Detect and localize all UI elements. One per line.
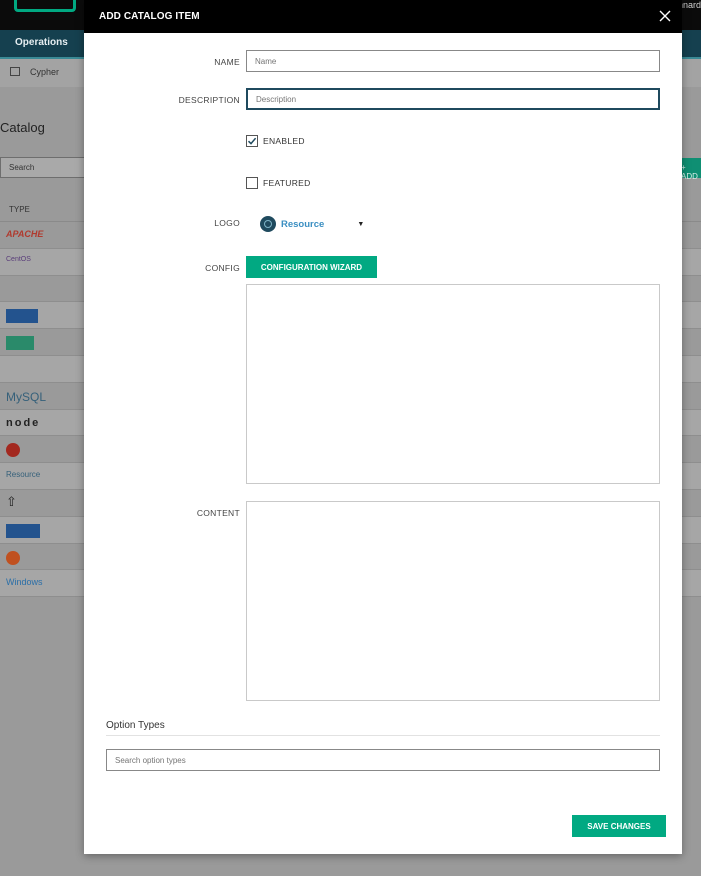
resource-logo-icon bbox=[260, 216, 276, 232]
row-logo: APACHE bbox=[6, 229, 44, 239]
configuration-wizard-button[interactable]: CONFIGURATION WIZARD bbox=[246, 256, 377, 278]
name-label: NAME bbox=[214, 57, 240, 67]
description-input[interactable] bbox=[246, 88, 660, 110]
app-logo bbox=[14, 0, 76, 12]
row-logo bbox=[6, 336, 34, 351]
featured-option: FEATURED bbox=[246, 177, 311, 189]
add-catalog-item-modal: ADD CATALOG ITEM NAME DESCRIPTION ENABLE… bbox=[84, 0, 682, 854]
content-label: CONTENT bbox=[196, 508, 240, 518]
page-title: Catalog bbox=[0, 120, 45, 135]
divider bbox=[106, 735, 660, 736]
logo-select[interactable]: Resource ▼ bbox=[260, 216, 364, 232]
logo-label: LOGO bbox=[214, 218, 240, 228]
name-input[interactable] bbox=[246, 50, 660, 72]
row-logo: node bbox=[6, 416, 41, 429]
row-logo bbox=[6, 309, 38, 324]
cypher-icon bbox=[10, 67, 20, 76]
row-logo: Resource bbox=[6, 470, 41, 480]
modal-header: ADD CATALOG ITEM bbox=[84, 0, 682, 33]
row-logo bbox=[6, 523, 40, 538]
subnav-item-cypher[interactable]: Cypher bbox=[30, 67, 59, 77]
row-logo bbox=[6, 443, 20, 458]
save-changes-button[interactable]: SAVE CHANGES bbox=[572, 815, 666, 837]
featured-checkbox[interactable] bbox=[246, 177, 258, 189]
caret-down-icon: ▼ bbox=[357, 220, 365, 228]
enabled-label: ENABLED bbox=[263, 136, 305, 146]
catalog-search-input[interactable]: Search bbox=[0, 157, 86, 178]
content-textarea[interactable] bbox=[246, 501, 660, 701]
row-logo: MySQL bbox=[6, 389, 47, 404]
modal-title: ADD CATALOG ITEM bbox=[99, 11, 200, 22]
description-label: DESCRIPTION bbox=[178, 95, 240, 105]
featured-label: FEATURED bbox=[263, 178, 311, 188]
close-icon[interactable] bbox=[657, 8, 673, 24]
checkmark-icon bbox=[247, 137, 257, 145]
logo-select-value: Resource bbox=[281, 218, 325, 230]
config-label: CONFIG bbox=[205, 263, 240, 273]
option-types-search-input[interactable] bbox=[106, 749, 660, 771]
row-logo bbox=[6, 550, 20, 565]
option-types-title: Option Types bbox=[106, 720, 165, 731]
upload-icon: ⇧ bbox=[6, 493, 17, 509]
enabled-option: ENABLED bbox=[246, 135, 305, 147]
row-logo: Windows bbox=[6, 577, 43, 588]
nav-item-operations[interactable]: Operations bbox=[15, 37, 68, 48]
row-logo: CentOS bbox=[6, 255, 31, 263]
config-textarea[interactable] bbox=[246, 284, 660, 484]
enabled-checkbox[interactable] bbox=[246, 135, 258, 147]
